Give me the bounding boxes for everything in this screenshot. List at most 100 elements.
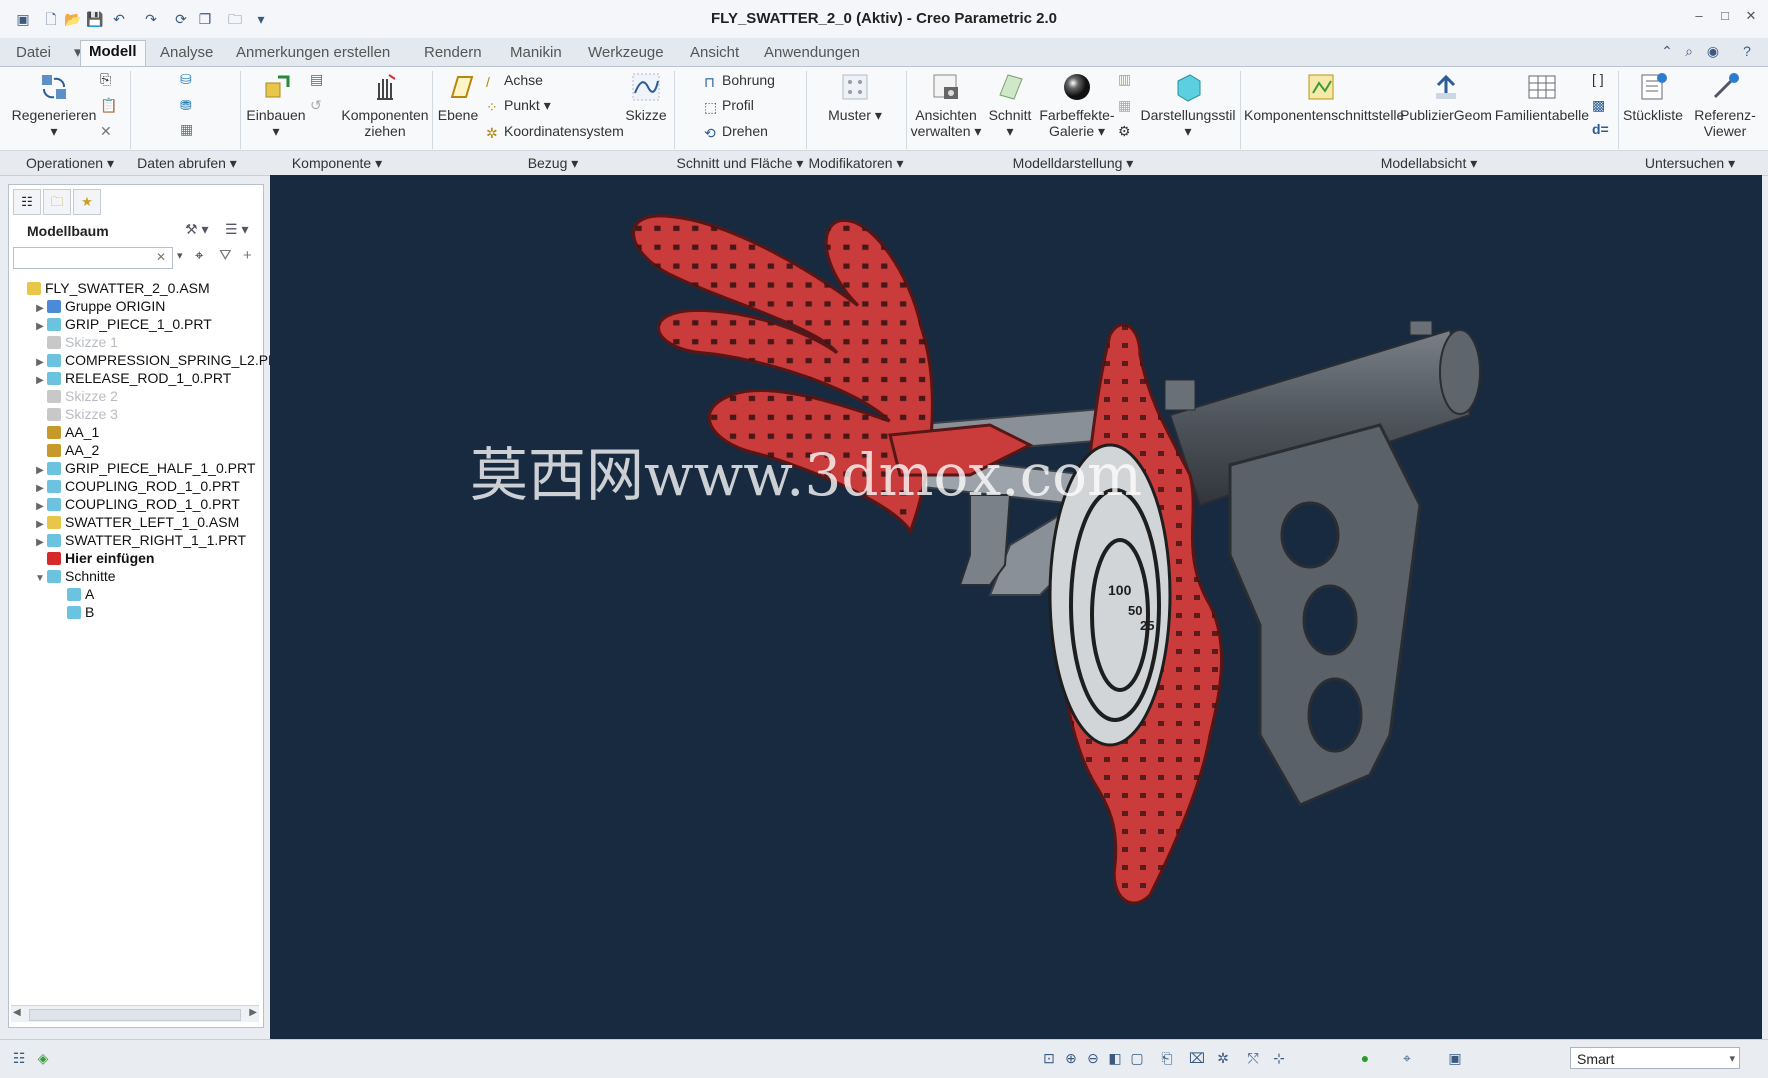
- parameters-icon[interactable]: ▩: [1592, 97, 1605, 114]
- group-untersuchen[interactable]: Untersuchen ▾: [1618, 155, 1762, 172]
- group-modellabsicht[interactable]: Modellabsicht ▾: [1240, 155, 1618, 172]
- assembly-model[interactable]: 100 50 25 莫西网www.3dmox.com: [270, 175, 1762, 1039]
- darstellungsstil-button[interactable]: Darstellungsstil ▾: [1140, 71, 1236, 139]
- browser-toggle-icon[interactable]: ◈: [34, 1049, 52, 1067]
- scrollbar-thumb[interactable]: [29, 1009, 241, 1021]
- tab-werkzeuge[interactable]: Werkzeuge: [580, 42, 672, 64]
- minimize-ribbon-icon[interactable]: ⌃: [1658, 42, 1676, 60]
- scroll-left-icon[interactable]: ◀: [13, 1007, 21, 1018]
- tree-search-input[interactable]: ✕: [13, 247, 173, 269]
- view-orientation-icon[interactable]: ▢: [1128, 1049, 1146, 1067]
- switch-dimensions-icon[interactable]: d=: [1592, 121, 1609, 137]
- drehen-button[interactable]: ⟲ Drehen: [704, 123, 768, 141]
- selection-box-icon[interactable]: ▣: [1446, 1049, 1464, 1067]
- model-tree-tab-icon[interactable]: ☷: [13, 189, 41, 215]
- group-modelldarstellung[interactable]: Modelldarstellung ▾: [906, 155, 1240, 172]
- horizontal-scrollbar[interactable]: ◀ ▶: [11, 1005, 259, 1022]
- regenerieren-button[interactable]: Regenerieren ▾: [10, 71, 98, 139]
- delete-icon[interactable]: ✕: [100, 123, 112, 140]
- tab-analyse[interactable]: Analyse: [152, 42, 221, 64]
- tree-item[interactable]: A: [13, 585, 94, 603]
- repaint-icon[interactable]: ◧: [1106, 1049, 1124, 1067]
- ansichten-verwalten-button[interactable]: Ansichten verwalten ▾: [906, 71, 986, 139]
- tree-item[interactable]: ▶ RELEASE_ROD_1_0.PRT: [13, 369, 231, 387]
- filter-icon[interactable]: ⛛: [219, 247, 232, 264]
- koordinatensystem-button[interactable]: ✲ Koordinatensystem: [486, 123, 624, 141]
- minimize-button[interactable]: –: [1686, 8, 1712, 28]
- relations-icon[interactable]: [ ]: [1592, 71, 1604, 87]
- tab-manikin[interactable]: Manikin: [502, 42, 570, 64]
- group-modifikatoren[interactable]: Modifikatoren ▾: [806, 155, 906, 172]
- tree-item[interactable]: FLY_SWATTER_2_0.ASM: [13, 279, 210, 297]
- spin-center-icon[interactable]: ⤲: [1244, 1049, 1262, 1067]
- help-icon[interactable]: ?: [1738, 42, 1756, 60]
- selection-filter-dropdown[interactable]: Smart ▾: [1570, 1047, 1740, 1069]
- grip-piece[interactable]: [1228, 423, 1422, 807]
- community-icon[interactable]: ◉: [1704, 42, 1722, 60]
- clear-search-icon[interactable]: ✕: [156, 250, 166, 264]
- farbeffekte-galerie-button[interactable]: Farbeffekte- Galerie ▾: [1036, 71, 1118, 139]
- referenz-viewer-button[interactable]: Referenz- Viewer: [1688, 71, 1762, 139]
- schnitt-button[interactable]: Schnitt ▾: [984, 71, 1036, 139]
- copy-geometry-icon[interactable]: ⛁: [180, 71, 192, 88]
- bohrung-button[interactable]: ⊓ Bohrung: [704, 72, 775, 90]
- ebene-button[interactable]: Ebene: [434, 71, 482, 123]
- copy-icon[interactable]: ⎘: [100, 71, 111, 88]
- binoculars-icon[interactable]: ⌖: [195, 247, 203, 264]
- saved-views-icon[interactable]: ⎗: [1158, 1049, 1176, 1067]
- tree-item[interactable]: ▶ COUPLING_ROD_1_0.PRT: [13, 495, 240, 513]
- muster-button[interactable]: Muster ▾: [820, 71, 890, 123]
- search-dropdown-icon[interactable]: ▾: [177, 249, 183, 262]
- folder-browser-tab-icon[interactable]: 🗀: [43, 189, 71, 215]
- zoom-in-icon[interactable]: ⊕: [1062, 1049, 1080, 1067]
- group-komponente[interactable]: Komponente ▾: [242, 155, 432, 172]
- tab-modell[interactable]: Modell: [80, 40, 146, 67]
- tree-item[interactable]: ▶ COMPRESSION_SPRING_L2.PRT: [13, 351, 286, 369]
- graphics-viewport[interactable]: 100 50 25 莫西网www.3dmox.com: [270, 175, 1762, 1039]
- tree-item[interactable]: ▶ SWATTER_LEFT_1_0.ASM: [13, 513, 239, 531]
- achse-button[interactable]: / Achse: [486, 72, 543, 90]
- favorites-tab-icon[interactable]: ★: [73, 189, 101, 215]
- tree-item[interactable]: AA_2: [13, 441, 99, 459]
- tree-item[interactable]: B: [13, 603, 94, 621]
- find-icon[interactable]: ⌖: [1398, 1049, 1416, 1067]
- komponentenschnittstelle-button[interactable]: Komponentenschnittstelle: [1244, 71, 1404, 123]
- merge-icon[interactable]: ▦: [180, 121, 193, 138]
- tree-show-icon[interactable]: ☰ ▾: [225, 221, 248, 238]
- maximize-button[interactable]: □: [1712, 8, 1738, 28]
- tree-item[interactable]: ▶ COUPLING_ROD_1_0.PRT: [13, 477, 240, 495]
- datum-display-icon[interactable]: ✲: [1214, 1049, 1232, 1067]
- tab-datei[interactable]: Datei: [8, 42, 59, 64]
- tree-item[interactable]: Skizze 3: [13, 405, 118, 423]
- perspective-icon[interactable]: ⚙: [1118, 123, 1131, 140]
- profil-button[interactable]: ⬚ Profil: [704, 97, 754, 115]
- search-icon[interactable]: ⌕: [1680, 42, 1698, 60]
- komponenten-ziehen-button[interactable]: Komponenten ziehen: [340, 71, 430, 139]
- tree-item[interactable]: Hier einfügen: [13, 549, 154, 567]
- punkt-button[interactable]: ⁘ Punkt ▾: [486, 97, 551, 115]
- tree-item[interactable]: ▶ Gruppe ORIGIN: [13, 297, 165, 315]
- tab-rendern[interactable]: Rendern: [416, 42, 490, 64]
- tab-anmerkungen-erstellen[interactable]: Anmerkungen erstellen: [228, 42, 398, 64]
- group-bezug[interactable]: Bezug ▾: [432, 155, 674, 172]
- display-style-1-icon[interactable]: ▥: [1118, 71, 1131, 88]
- annotation-display-icon[interactable]: ⊹: [1270, 1049, 1288, 1067]
- stueckliste-button[interactable]: Stückliste: [1618, 71, 1688, 123]
- scroll-right-icon[interactable]: ▶: [249, 1007, 257, 1018]
- show-tree-icon[interactable]: ☷: [10, 1049, 28, 1067]
- create-component-icon[interactable]: ▤: [310, 71, 323, 88]
- tree-item[interactable]: AA_1: [13, 423, 99, 441]
- tree-settings-icon[interactable]: ⚒ ▾: [185, 221, 208, 238]
- group-daten-abrufen[interactable]: Daten abrufen ▾: [132, 155, 242, 172]
- einbauen-button[interactable]: Einbauen ▾: [244, 71, 308, 139]
- tree-item[interactable]: Skizze 2: [13, 387, 118, 405]
- tab-ansicht[interactable]: Ansicht: [682, 42, 747, 64]
- familientabelle-button[interactable]: Familientabelle: [1494, 71, 1590, 123]
- group-operationen[interactable]: Operationen ▾: [8, 155, 132, 172]
- tree-item[interactable]: ▶ GRIP_PIECE_HALF_1_0.PRT: [13, 459, 255, 477]
- tree-item[interactable]: ▶ SWATTER_RIGHT_1_1.PRT: [13, 531, 246, 549]
- tab-anwendungen[interactable]: Anwendungen: [756, 42, 868, 64]
- refit-icon[interactable]: ⊡: [1040, 1049, 1058, 1067]
- close-window-button[interactable]: ✕: [1738, 8, 1764, 28]
- paste-icon[interactable]: 📋: [100, 97, 117, 114]
